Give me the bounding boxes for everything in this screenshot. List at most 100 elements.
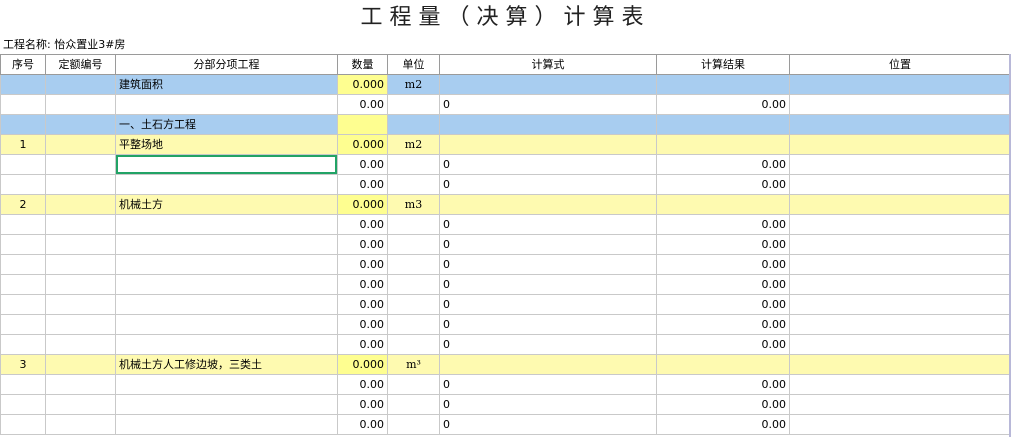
cell-quantity[interactable]: 0.00 xyxy=(337,394,388,415)
cell-seq[interactable] xyxy=(0,294,46,315)
cell-code[interactable] xyxy=(45,414,116,435)
cell-formula[interactable]: 0 xyxy=(439,294,657,315)
cell-position[interactable] xyxy=(789,334,1011,355)
cell-seq[interactable]: 3 xyxy=(0,354,46,375)
cell-formula[interactable]: 0 xyxy=(439,174,657,195)
cell-formula[interactable] xyxy=(439,194,657,215)
cell-code[interactable] xyxy=(45,74,116,95)
cell-position[interactable] xyxy=(789,254,1011,275)
cell-seq[interactable] xyxy=(0,254,46,275)
cell-result[interactable] xyxy=(656,74,790,95)
project-name-cell[interactable]: 工程名称: 怡众置业3#房 xyxy=(3,37,125,53)
cell-unit[interactable] xyxy=(387,234,440,255)
cell-seq[interactable] xyxy=(0,234,46,255)
cell-code[interactable] xyxy=(45,314,116,335)
cell-quantity[interactable]: 0.00 xyxy=(337,174,388,195)
cell-unit[interactable] xyxy=(387,374,440,395)
cell-position[interactable] xyxy=(789,74,1011,95)
cell-seq[interactable] xyxy=(0,214,46,235)
cell-result[interactable]: 0.00 xyxy=(656,414,790,435)
cell-position[interactable] xyxy=(789,234,1011,255)
cell-quantity[interactable]: 0.000 xyxy=(337,194,388,215)
cell-result[interactable] xyxy=(656,114,790,135)
cell-seq[interactable] xyxy=(0,314,46,335)
cell-seq[interactable] xyxy=(0,334,46,355)
cell-formula[interactable] xyxy=(439,134,657,155)
cell-formula[interactable]: 0 xyxy=(439,234,657,255)
cell-quantity[interactable]: 0.000 xyxy=(337,354,388,375)
cell-item[interactable] xyxy=(115,314,338,335)
cell-code[interactable] xyxy=(45,294,116,315)
cell-quantity[interactable]: 0.00 xyxy=(337,314,388,335)
cell-seq[interactable]: 1 xyxy=(0,134,46,155)
cell-formula[interactable]: 0 xyxy=(439,254,657,275)
cell-seq[interactable] xyxy=(0,274,46,295)
cell-result[interactable]: 0.00 xyxy=(656,374,790,395)
cell-formula[interactable]: 0 xyxy=(439,214,657,235)
cell-position[interactable] xyxy=(789,154,1011,175)
cell-result[interactable]: 0.00 xyxy=(656,274,790,295)
cell-code[interactable] xyxy=(45,254,116,275)
cell-seq[interactable] xyxy=(0,414,46,435)
cell-quantity[interactable]: 0.00 xyxy=(337,414,388,435)
header-formula[interactable]: 计算式 xyxy=(439,54,657,75)
cell-result[interactable]: 0.00 xyxy=(656,254,790,275)
cell-code[interactable] xyxy=(45,154,116,175)
cell-quantity[interactable]: 0.00 xyxy=(337,254,388,275)
cell-unit[interactable]: m3 xyxy=(387,194,440,215)
cell-position[interactable] xyxy=(789,114,1011,135)
cell-result[interactable]: 0.00 xyxy=(656,214,790,235)
cell-formula[interactable]: 0 xyxy=(439,314,657,335)
cell-formula[interactable]: 0 xyxy=(439,414,657,435)
cell-position[interactable] xyxy=(789,374,1011,395)
cell-formula[interactable]: 0 xyxy=(439,394,657,415)
cell-formula[interactable]: 0 xyxy=(439,94,657,115)
cell-code[interactable] xyxy=(45,354,116,375)
cell-position[interactable] xyxy=(789,314,1011,335)
cell-item[interactable] xyxy=(115,274,338,295)
cell-quantity[interactable]: 0.00 xyxy=(337,274,388,295)
cell-code[interactable] xyxy=(45,374,116,395)
cell-item[interactable] xyxy=(115,254,338,275)
cell-position[interactable] xyxy=(789,394,1011,415)
cell-result[interactable]: 0.00 xyxy=(656,94,790,115)
cell-formula[interactable] xyxy=(439,114,657,135)
cell-formula[interactable]: 0 xyxy=(439,374,657,395)
cell-seq[interactable]: 2 xyxy=(0,194,46,215)
cell-code[interactable] xyxy=(45,234,116,255)
cell-code[interactable] xyxy=(45,274,116,295)
cell-position[interactable] xyxy=(789,274,1011,295)
cell-formula[interactable] xyxy=(439,74,657,95)
cell-position[interactable] xyxy=(789,214,1011,235)
cell-unit[interactable] xyxy=(387,414,440,435)
cell-formula[interactable] xyxy=(439,354,657,375)
cell-quantity[interactable]: 0.00 xyxy=(337,234,388,255)
cell-code[interactable] xyxy=(45,334,116,355)
cell-unit[interactable] xyxy=(387,94,440,115)
cell-item[interactable]: 机械土方 xyxy=(115,194,338,215)
cell-result[interactable]: 0.00 xyxy=(656,234,790,255)
cell-unit[interactable] xyxy=(387,274,440,295)
cell-result[interactable]: 0.00 xyxy=(656,334,790,355)
cell-unit[interactable]: m³ xyxy=(387,354,440,375)
cell-item[interactable] xyxy=(115,214,338,235)
cell-unit[interactable] xyxy=(387,174,440,195)
header-quantity[interactable]: 数量 xyxy=(337,54,388,75)
cell-item[interactable] xyxy=(115,394,338,415)
cell-position[interactable] xyxy=(789,294,1011,315)
cell-result[interactable] xyxy=(656,194,790,215)
cell-unit[interactable] xyxy=(387,214,440,235)
cell-item[interactable] xyxy=(115,154,338,175)
cell-code[interactable] xyxy=(45,94,116,115)
cell-code[interactable] xyxy=(45,214,116,235)
cell-item[interactable] xyxy=(115,234,338,255)
cell-result[interactable]: 0.00 xyxy=(656,394,790,415)
cell-position[interactable] xyxy=(789,354,1011,375)
cell-seq[interactable] xyxy=(0,174,46,195)
cell-unit[interactable]: m2 xyxy=(387,74,440,95)
cell-unit[interactable]: m2 xyxy=(387,134,440,155)
cell-seq[interactable] xyxy=(0,114,46,135)
cell-result[interactable] xyxy=(656,354,790,375)
cell-quantity[interactable]: 0.000 xyxy=(337,74,388,95)
cell-unit[interactable] xyxy=(387,334,440,355)
